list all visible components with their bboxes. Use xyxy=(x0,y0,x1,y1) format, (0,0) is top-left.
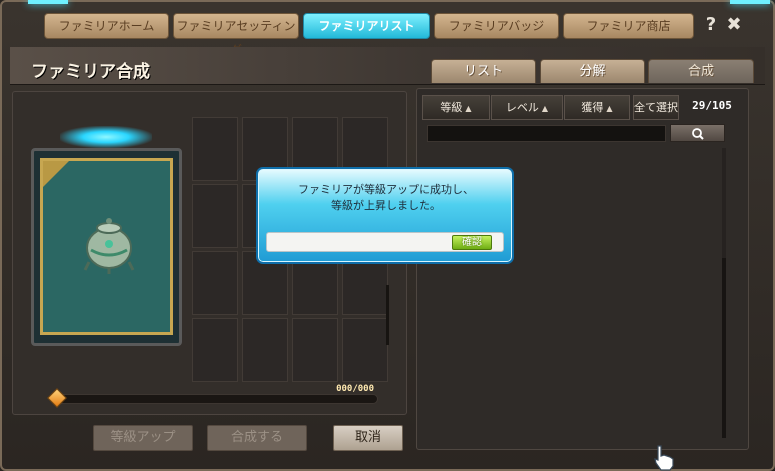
experience-text: 000/000 xyxy=(336,384,374,394)
sort-grade-label: 等級 xyxy=(440,101,463,114)
sort-arrow-icon: ▲ xyxy=(606,104,613,113)
material-slot[interactable] xyxy=(192,117,238,181)
experience-bar xyxy=(56,394,378,404)
sort-arrow-icon: ▲ xyxy=(541,104,549,113)
tab-familiar-setting[interactable]: ファミリアセッティング xyxy=(173,13,299,57)
synthesize-button[interactable]: 合成する xyxy=(207,425,307,451)
window-glow-right xyxy=(730,0,770,4)
close-icon[interactable]: ✖ xyxy=(725,14,743,36)
sort-arrow-icon: ▲ xyxy=(465,104,472,113)
tab-familiar-badge[interactable]: ファミリアバッジ xyxy=(434,13,559,39)
dialog-message-line1: ファミリアが等級アップに成功し、 xyxy=(298,183,474,196)
search-input[interactable] xyxy=(427,125,666,142)
window-glow-left xyxy=(28,0,68,4)
material-slot[interactable] xyxy=(342,318,388,382)
tab-familiar-list[interactable]: ファミリアリスト xyxy=(303,13,430,39)
tab-familiar-home[interactable]: ファミリアホーム xyxy=(44,13,169,39)
cancel-button[interactable]: 取消 xyxy=(333,425,403,451)
card-glow xyxy=(60,126,152,148)
magnifier-icon xyxy=(692,128,704,140)
sort-acquired-button[interactable]: 獲得 ▲ xyxy=(564,95,630,120)
card-corner xyxy=(43,161,69,187)
subtab-disassemble[interactable]: 分解 xyxy=(540,59,645,83)
subtab-list[interactable]: リスト xyxy=(431,59,536,83)
material-slot[interactable] xyxy=(192,318,238,382)
pot-familiar-icon xyxy=(83,218,135,274)
grade-up-button[interactable]: 等級アップ xyxy=(93,425,193,451)
confirm-button[interactable]: 確認 xyxy=(452,235,492,250)
select-all-button[interactable]: 全て選択 xyxy=(633,95,679,120)
search-button[interactable] xyxy=(670,124,725,142)
material-slot[interactable] xyxy=(292,318,338,382)
material-slot[interactable] xyxy=(192,251,238,315)
familiar-count: 29/105 xyxy=(692,99,732,112)
sort-grade-button[interactable]: 等級 ▲ xyxy=(422,95,490,120)
hand-cursor-icon xyxy=(654,445,674,471)
page-title: ファミリア合成 xyxy=(31,62,150,82)
grid-scrollbar[interactable] xyxy=(386,285,389,345)
material-slot[interactable] xyxy=(192,184,238,248)
list-scrollbar-thumb[interactable] xyxy=(722,258,726,438)
material-slot[interactable] xyxy=(242,318,288,382)
dialog-message-line2: 等級が上昇しました。 xyxy=(331,199,441,212)
sort-level-button[interactable]: レベル ▲ xyxy=(491,95,563,120)
sort-acquired-label: 獲得 xyxy=(581,101,604,114)
tab-familiar-shop[interactable]: ファミリア商店 xyxy=(563,13,694,39)
help-icon[interactable]: ? xyxy=(702,14,720,36)
dialog-message: ファミリアが等級アップに成功し、 等級が上昇しました。 xyxy=(268,182,504,214)
sort-level-label: レベル xyxy=(505,101,539,114)
subtab-synthesize[interactable]: 合成 xyxy=(648,59,754,83)
